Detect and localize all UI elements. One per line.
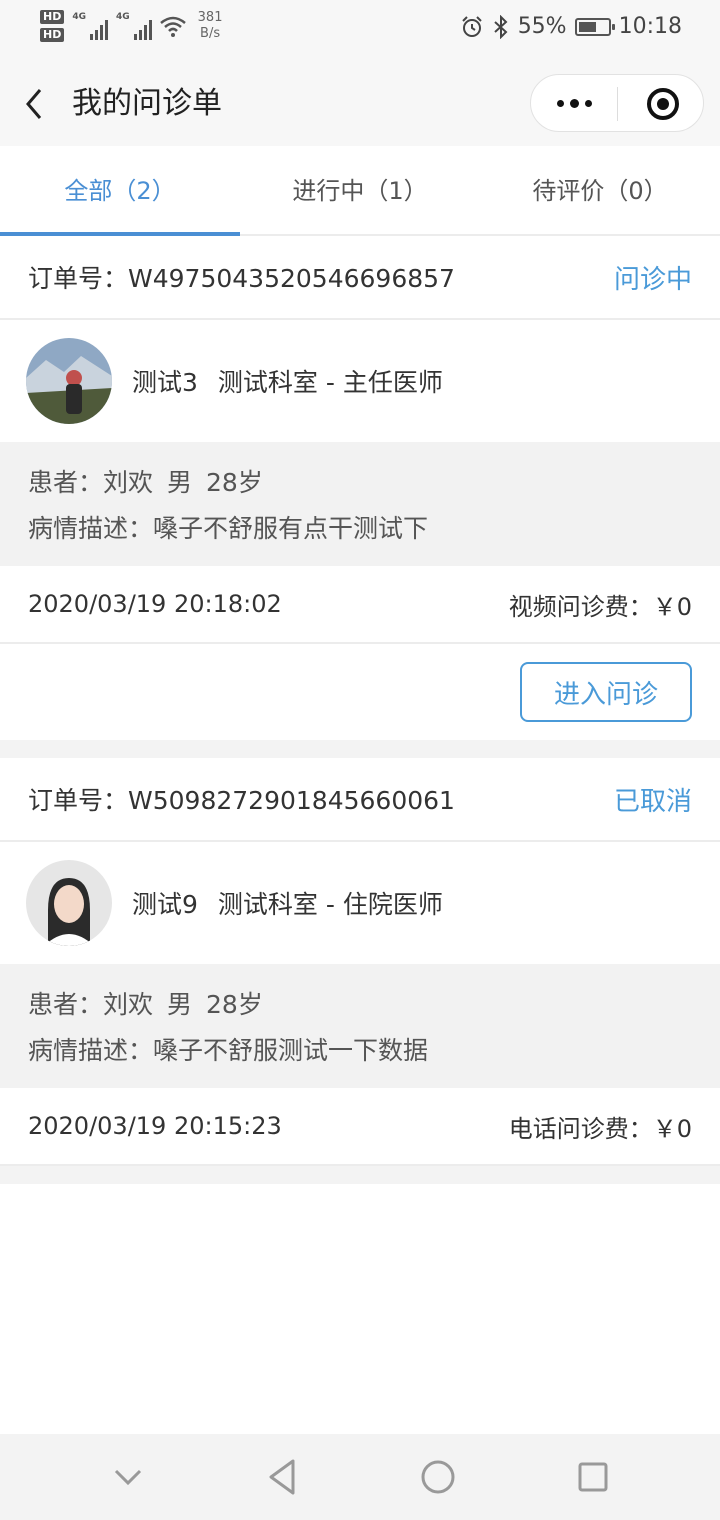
dot-icon [569, 98, 579, 108]
order-number-label: 订单号： [28, 264, 129, 293]
order-number: 订单号：W5098272901845660061 [28, 781, 455, 817]
tab-to-evaluate[interactable]: 待评价（0） [480, 146, 720, 234]
net-type-label-2: 4G [116, 12, 130, 22]
hd-indicators: HD HD [40, 10, 65, 42]
net-speed-value: 381 [197, 10, 223, 25]
dot-icon [584, 99, 592, 107]
signal-icon-2: 4G [116, 12, 152, 40]
order-time: 2020/03/19 20:18:02 [28, 590, 282, 618]
doctor-row: 测试3 测试科室 - 主任医师 [0, 320, 720, 442]
hd-badge-2: HD [40, 28, 65, 42]
patient-age: 28岁 [206, 468, 263, 497]
doctor-name: 测试3 [132, 368, 198, 397]
tab-bar: 全部（2） 进行中（1） 待评价（0） [0, 146, 720, 236]
doctor-row: 测试9 测试科室 - 住院医师 [0, 842, 720, 964]
order-number-value: W5098272901845660061 [128, 786, 455, 815]
patient-name: 患者：刘欢 [28, 468, 154, 497]
signal-icon-1: 4G [72, 12, 108, 40]
recents-square-icon[interactable] [573, 1457, 613, 1497]
consultation-fee: 视频问诊费：￥0 [508, 592, 692, 621]
order-header: 订单号：W5098272901845660061 已取消 [0, 758, 720, 842]
patient-line: 患者：刘欢男 28岁 [28, 460, 692, 506]
patient-gender: 男 [167, 990, 193, 1019]
doctor-department-title: 测试科室 - 住院医师 [217, 890, 443, 919]
net-speed: 381 B/s [198, 10, 223, 42]
mini-program-capsule [530, 74, 704, 132]
clock: 10:18 [618, 14, 682, 39]
home-circle-icon[interactable] [418, 1457, 458, 1497]
doctor-avatar [26, 860, 112, 946]
patient-info: 患者：刘欢男 28岁 病情描述：嗓子不舒服有点干测试下 [0, 442, 720, 566]
page-title: 我的问诊单 [72, 86, 222, 121]
order-status: 已取消 [613, 786, 692, 817]
order-number: 订单号：W4975043520546696857 [28, 259, 455, 295]
back-triangle-icon[interactable] [263, 1457, 303, 1497]
avatar-image [26, 860, 112, 946]
net-type-label-1: 4G [72, 12, 86, 22]
doctor-department-title: 测试科室 - 主任医师 [217, 368, 443, 397]
title-bar: 我的问诊单 [0, 62, 720, 146]
order-meta: 2020/03/19 20:18:02 视频问诊费：￥0 [0, 566, 720, 644]
battery-percent: 55% [517, 14, 567, 39]
alarm-icon [461, 15, 482, 37]
consultation-fee: 电话问诊费：￥0 [508, 1114, 692, 1143]
order-time: 2020/03/19 20:15:23 [28, 1112, 282, 1140]
order-header: 订单号：W4975043520546696857 问诊中 [0, 236, 720, 320]
enter-consultation-button[interactable]: 进入问诊 [520, 662, 692, 722]
back-arrow-icon[interactable] [20, 86, 50, 122]
dot-icon [556, 99, 564, 107]
order-actions: 进入问诊 [0, 644, 720, 740]
more-menu-button[interactable] [531, 75, 617, 131]
order-status: 问诊中 [613, 264, 692, 295]
bluetooth-icon [494, 14, 508, 39]
order-list: 订单号：W4975043520546696857 问诊中 测试3 测试科室 - … [0, 236, 720, 1434]
patient-age: 28岁 [206, 990, 263, 1019]
condition-description: 病情描述：嗓子不舒服测试一下数据 [28, 1036, 429, 1065]
chevron-down-icon[interactable] [108, 1457, 148, 1497]
order-number-label: 订单号： [28, 786, 129, 815]
patient-gender: 男 [167, 468, 193, 497]
net-speed-unit: B/s [200, 26, 221, 41]
condition-description: 病情描述：嗓子不舒服有点干测试下 [28, 514, 429, 543]
avatar-image [26, 338, 112, 424]
status-bar: HD HD 4G 4G 381 B/s 55% 10:18 [0, 0, 720, 62]
patient-name: 患者：刘欢 [28, 990, 154, 1019]
battery-icon [574, 17, 615, 36]
patient-info: 患者：刘欢男 28岁 病情描述：嗓子不舒服测试一下数据 [0, 964, 720, 1088]
doctor-name: 测试9 [132, 890, 198, 919]
wifi-icon [159, 16, 186, 37]
status-bar-left: HD HD 4G 4G 381 B/s [40, 10, 222, 42]
hd-badge-1: HD [40, 10, 65, 24]
doctor-avatar [26, 338, 112, 424]
order-number-value: W4975043520546696857 [128, 264, 455, 293]
system-nav-bar [0, 1434, 720, 1520]
order-card[interactable]: 订单号：W4975043520546696857 问诊中 测试3 测试科室 - … [0, 236, 720, 758]
order-meta: 2020/03/19 20:15:23 电话问诊费：￥0 [0, 1088, 720, 1166]
order-card[interactable]: 订单号：W5098272901845660061 已取消 测试9 测试科室 - … [0, 758, 720, 1184]
capsule-divider [617, 87, 618, 121]
close-target-icon[interactable] [647, 88, 679, 120]
tab-in-progress[interactable]: 进行中（1） [240, 146, 480, 234]
patient-line: 患者：刘欢男 28岁 [28, 982, 692, 1028]
status-bar-right: 55% 10:18 [460, 14, 682, 39]
tab-all[interactable]: 全部（2） [0, 146, 240, 236]
